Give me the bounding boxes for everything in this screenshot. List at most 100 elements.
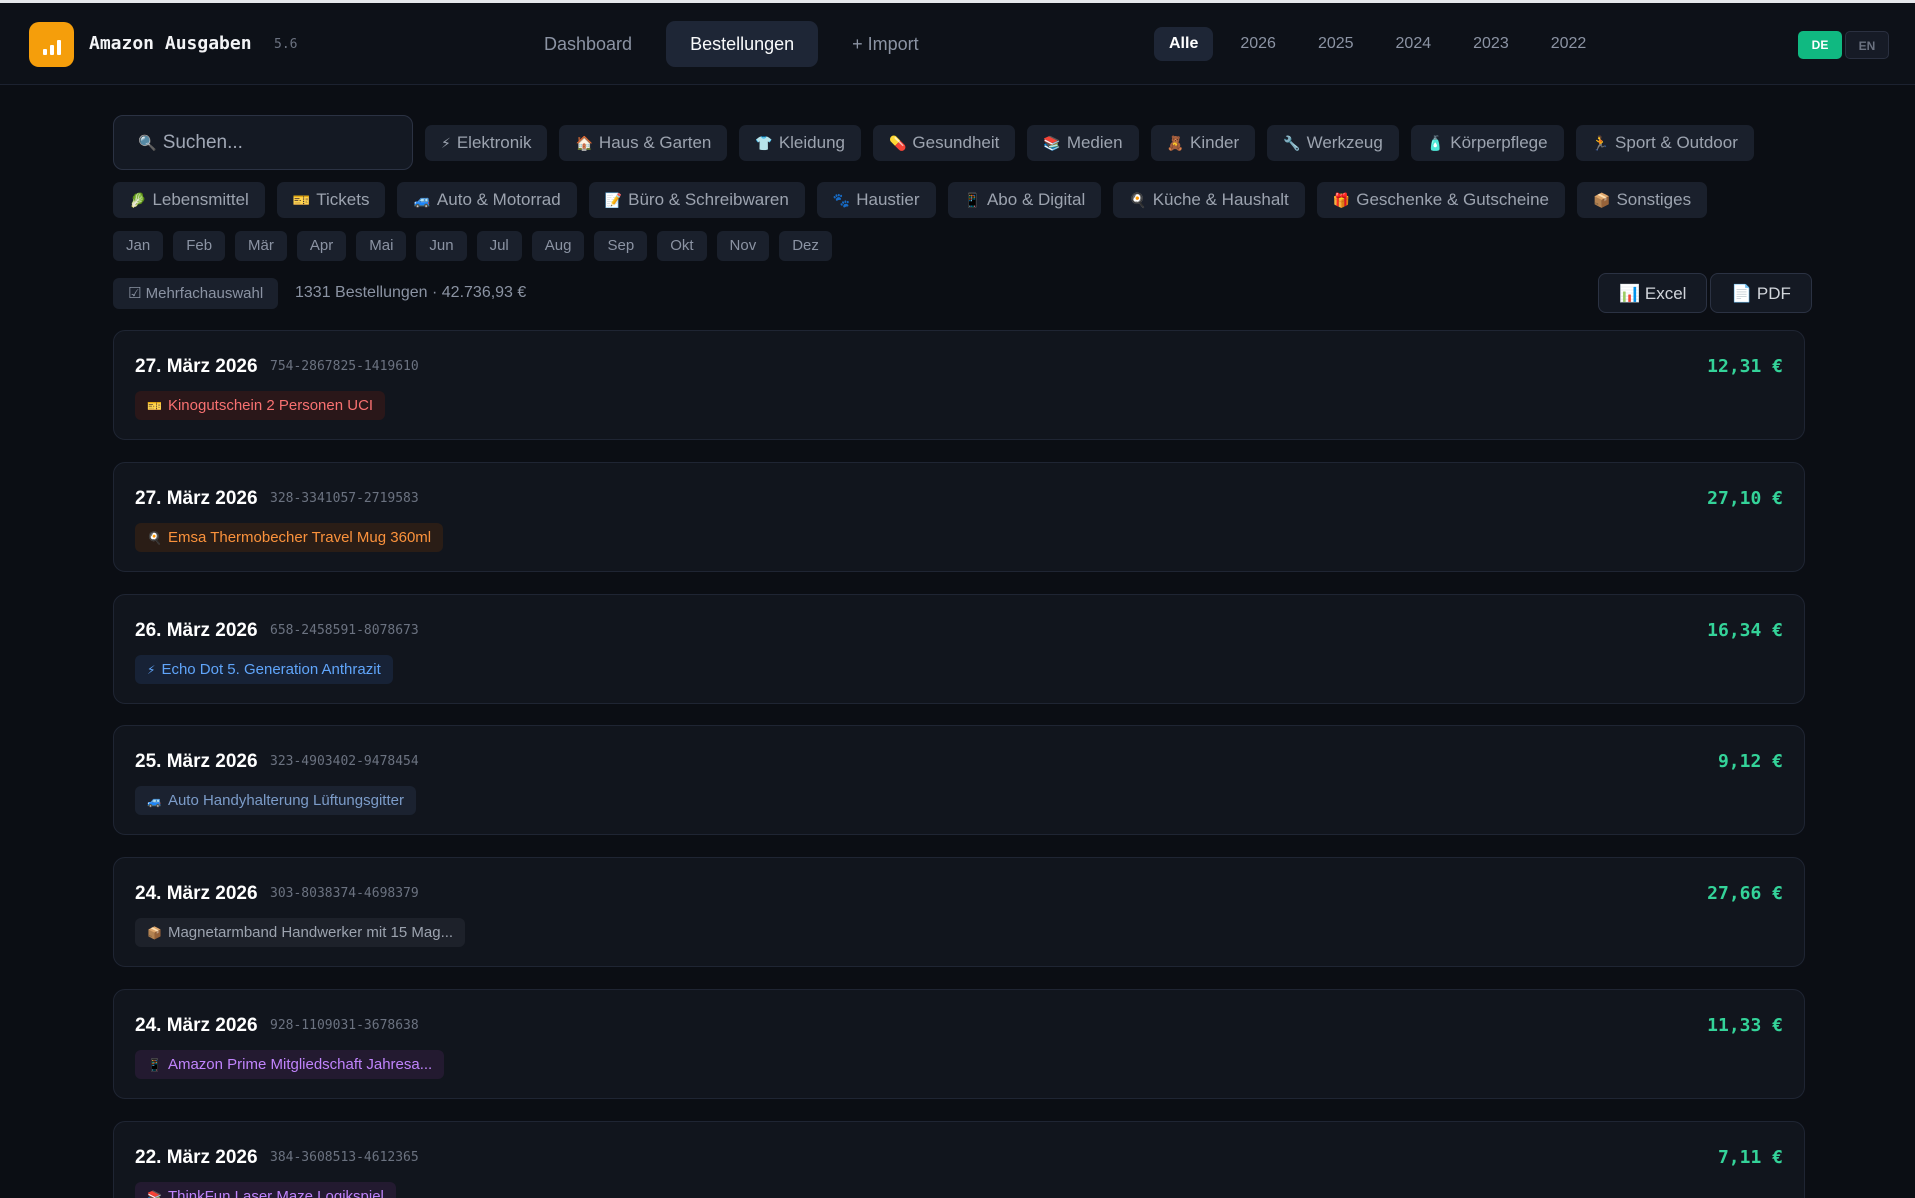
order-amount: 16,34 €	[1707, 620, 1783, 641]
order-item-label: Echo Dot 5. Generation Anthrazit	[161, 661, 381, 678]
order-card[interactable]: 22. März 2026 384-3608513-4612365 7,11 €…	[113, 1121, 1805, 1198]
order-amount: 12,31 €	[1707, 356, 1783, 377]
category-row-2: 🥬 Lebensmittel 🎫 Tickets 🚙 Auto & Motorrad …	[113, 182, 1708, 218]
month-okt[interactable]: Okt	[657, 231, 707, 261]
year-filter: Alle 2026 2025 2024 2023 2022	[1154, 27, 1601, 61]
month-mai[interactable]: Mai	[356, 231, 407, 261]
order-date: 24. März 2026	[135, 883, 258, 904]
month-jun[interactable]: Jun	[416, 231, 467, 261]
category-chip-geschenke-gutscheine[interactable]: 🎁 Geschenke & Gutscheine	[1316, 182, 1565, 218]
pdf-export-button[interactable]: 📄 PDF	[1710, 273, 1812, 313]
search-icon: 🔍	[138, 134, 157, 152]
year-2024[interactable]: 2024	[1381, 27, 1447, 61]
books-icon: 📚	[147, 1190, 162, 1198]
app-version: 5.6	[274, 37, 298, 52]
month-aug[interactable]: Aug	[531, 231, 585, 261]
order-id: 754-2867825-1419610	[270, 359, 419, 374]
order-item-label: Amazon Prime Mitgliedschaft Jahresa...	[167, 1056, 433, 1073]
gift-icon: 🎁	[1332, 192, 1351, 208]
order-amount: 7,11 €	[1717, 1147, 1783, 1168]
category-chip-sonstiges[interactable]: 📦 Sonstiges	[1577, 182, 1708, 218]
order-item-tag[interactable]: 🍳 Emsa Thermobecher Travel Mug 360ml	[135, 523, 444, 552]
month-apr[interactable]: Apr	[296, 231, 347, 261]
order-id: 658-2458591-8078673	[270, 623, 419, 638]
category-chip-medien[interactable]: 📚 Medien	[1027, 125, 1139, 161]
order-summary: 1331 Bestellungen · 42.736,93 €	[295, 284, 527, 301]
nav-dashboard[interactable]: Dashboard	[520, 21, 656, 67]
language-switch: DE EN	[1798, 31, 1889, 59]
order-date: 25. März 2026	[135, 751, 258, 772]
lang-en-button[interactable]: EN	[1845, 31, 1889, 59]
order-item-tag[interactable]: 📱 Amazon Prime Mitgliedschaft Jahresa...	[135, 1050, 445, 1079]
lightning-icon: ⚡	[147, 663, 156, 677]
teddy-bear-icon: 🧸	[1166, 135, 1185, 151]
category-chip-buero-schreibwaren[interactable]: 📝 Büro & Schreibwaren	[588, 182, 805, 218]
order-date: 26. März 2026	[135, 620, 258, 641]
category-chip-abo-digital[interactable]: 📱 Abo & Digital	[947, 182, 1102, 218]
paw-prints-icon: 🐾	[832, 192, 851, 208]
lotion-bottle-icon: 🧴	[1426, 135, 1445, 151]
order-card[interactable]: 27. März 2026 328-3341057-2719583 27,10 …	[113, 462, 1805, 572]
order-card[interactable]: 24. März 2026 303-8038374-4698379 27,66 …	[113, 857, 1805, 967]
order-amount: 9,12 €	[1717, 751, 1783, 772]
mobile-phone-icon: 📱	[147, 1058, 162, 1072]
month-nov[interactable]: Nov	[716, 231, 770, 261]
order-item-tag[interactable]: 🎫 Kinogutschein 2 Personen UCI	[135, 391, 386, 420]
bar-chart-icon	[29, 22, 74, 67]
month-dez[interactable]: Dez	[779, 231, 832, 261]
category-chip-kinder[interactable]: 🧸 Kinder	[1150, 125, 1256, 161]
order-item-tag[interactable]: ⚡ Echo Dot 5. Generation Anthrazit	[135, 655, 393, 684]
order-date: 27. März 2026	[135, 488, 258, 509]
order-id: 303-8038374-4698379	[270, 886, 419, 901]
category-chip-elektronik[interactable]: ⚡ Elektronik	[425, 125, 548, 161]
category-chip-kueche-haushalt[interactable]: 🍳 Küche & Haushalt	[1113, 182, 1305, 218]
car-icon: 🚙	[413, 192, 431, 208]
year-2025[interactable]: 2025	[1303, 27, 1369, 61]
category-chip-lebensmittel[interactable]: 🥬 Lebensmittel	[113, 182, 265, 218]
month-sep[interactable]: Sep	[594, 231, 648, 261]
category-chip-tickets[interactable]: 🎫 Tickets	[276, 182, 386, 218]
app-title: Amazon Ausgaben	[89, 33, 252, 54]
order-card[interactable]: 26. März 2026 658-2458591-8078673 16,34 …	[113, 594, 1805, 704]
wrench-icon: 🔧	[1283, 135, 1301, 151]
order-card[interactable]: 24. März 2026 928-1109031-3678638 11,33 …	[113, 989, 1805, 1099]
category-chip-haustier[interactable]: 🐾 Haustier	[816, 182, 936, 218]
order-item-tag[interactable]: 📚 ThinkFun Laser Maze Logikspiel	[135, 1182, 396, 1198]
year-all[interactable]: Alle	[1154, 27, 1214, 61]
nav-import[interactable]: + Import	[828, 21, 943, 67]
order-amount: 27,66 €	[1707, 883, 1783, 904]
category-chip-auto-motorrad[interactable]: 🚙 Auto & Motorrad	[397, 182, 577, 218]
month-mar[interactable]: Mär	[235, 231, 287, 261]
package-icon: 📦	[1593, 192, 1611, 208]
main-nav: Dashboard Bestellungen + Import	[520, 21, 943, 67]
category-chip-werkzeug[interactable]: 🔧 Werkzeug	[1267, 125, 1399, 161]
category-chip-sport-outdoor[interactable]: 🏃 Sport & Outdoor	[1575, 125, 1754, 161]
order-item-tag[interactable]: 🚙 Auto Handyhalterung Lüftungsgitter	[135, 786, 416, 815]
order-amount: 11,33 €	[1707, 1015, 1783, 1036]
order-id: 384-3608513-4612365	[270, 1150, 419, 1165]
multi-select-toggle[interactable]: ☑ Mehrfachauswahl	[113, 278, 279, 309]
order-date: 24. März 2026	[135, 1015, 258, 1036]
category-chip-koerperpflege[interactable]: 🧴 Körperpflege	[1410, 125, 1564, 161]
memo-icon: 📝	[604, 192, 623, 208]
search-placeholder: Suchen...	[162, 131, 243, 153]
category-chip-kleidung[interactable]: 👕 Kleidung	[739, 125, 861, 161]
category-chip-gesundheit[interactable]: 💊 Gesundheit	[872, 125, 1016, 161]
order-card[interactable]: 27. März 2026 754-2867825-1419610 12,31 …	[113, 330, 1805, 440]
category-chip-haus-garten[interactable]: 🏠 Haus & Garten	[559, 125, 728, 161]
order-item-tag[interactable]: 📦 Magnetarmband Handwerker mit 15 Mag...	[135, 918, 466, 947]
mobile-phone-icon: 📱	[963, 192, 981, 208]
excel-export-button[interactable]: 📊 Excel	[1598, 273, 1708, 313]
month-feb[interactable]: Feb	[173, 231, 226, 261]
month-jul[interactable]: Jul	[476, 231, 522, 261]
year-2023[interactable]: 2023	[1458, 27, 1524, 61]
frying-pan-icon: 🍳	[1129, 192, 1147, 208]
year-2022[interactable]: 2022	[1536, 27, 1602, 61]
year-2026[interactable]: 2026	[1225, 27, 1291, 61]
order-date: 27. März 2026	[135, 356, 258, 377]
nav-orders[interactable]: Bestellungen	[666, 21, 819, 67]
month-jan[interactable]: Jan	[113, 231, 164, 261]
order-card[interactable]: 25. März 2026 323-4903402-9478454 9,12 €…	[113, 725, 1805, 835]
lang-de-button[interactable]: DE	[1798, 31, 1842, 59]
search-input[interactable]: 🔍 Suchen...	[113, 115, 413, 170]
